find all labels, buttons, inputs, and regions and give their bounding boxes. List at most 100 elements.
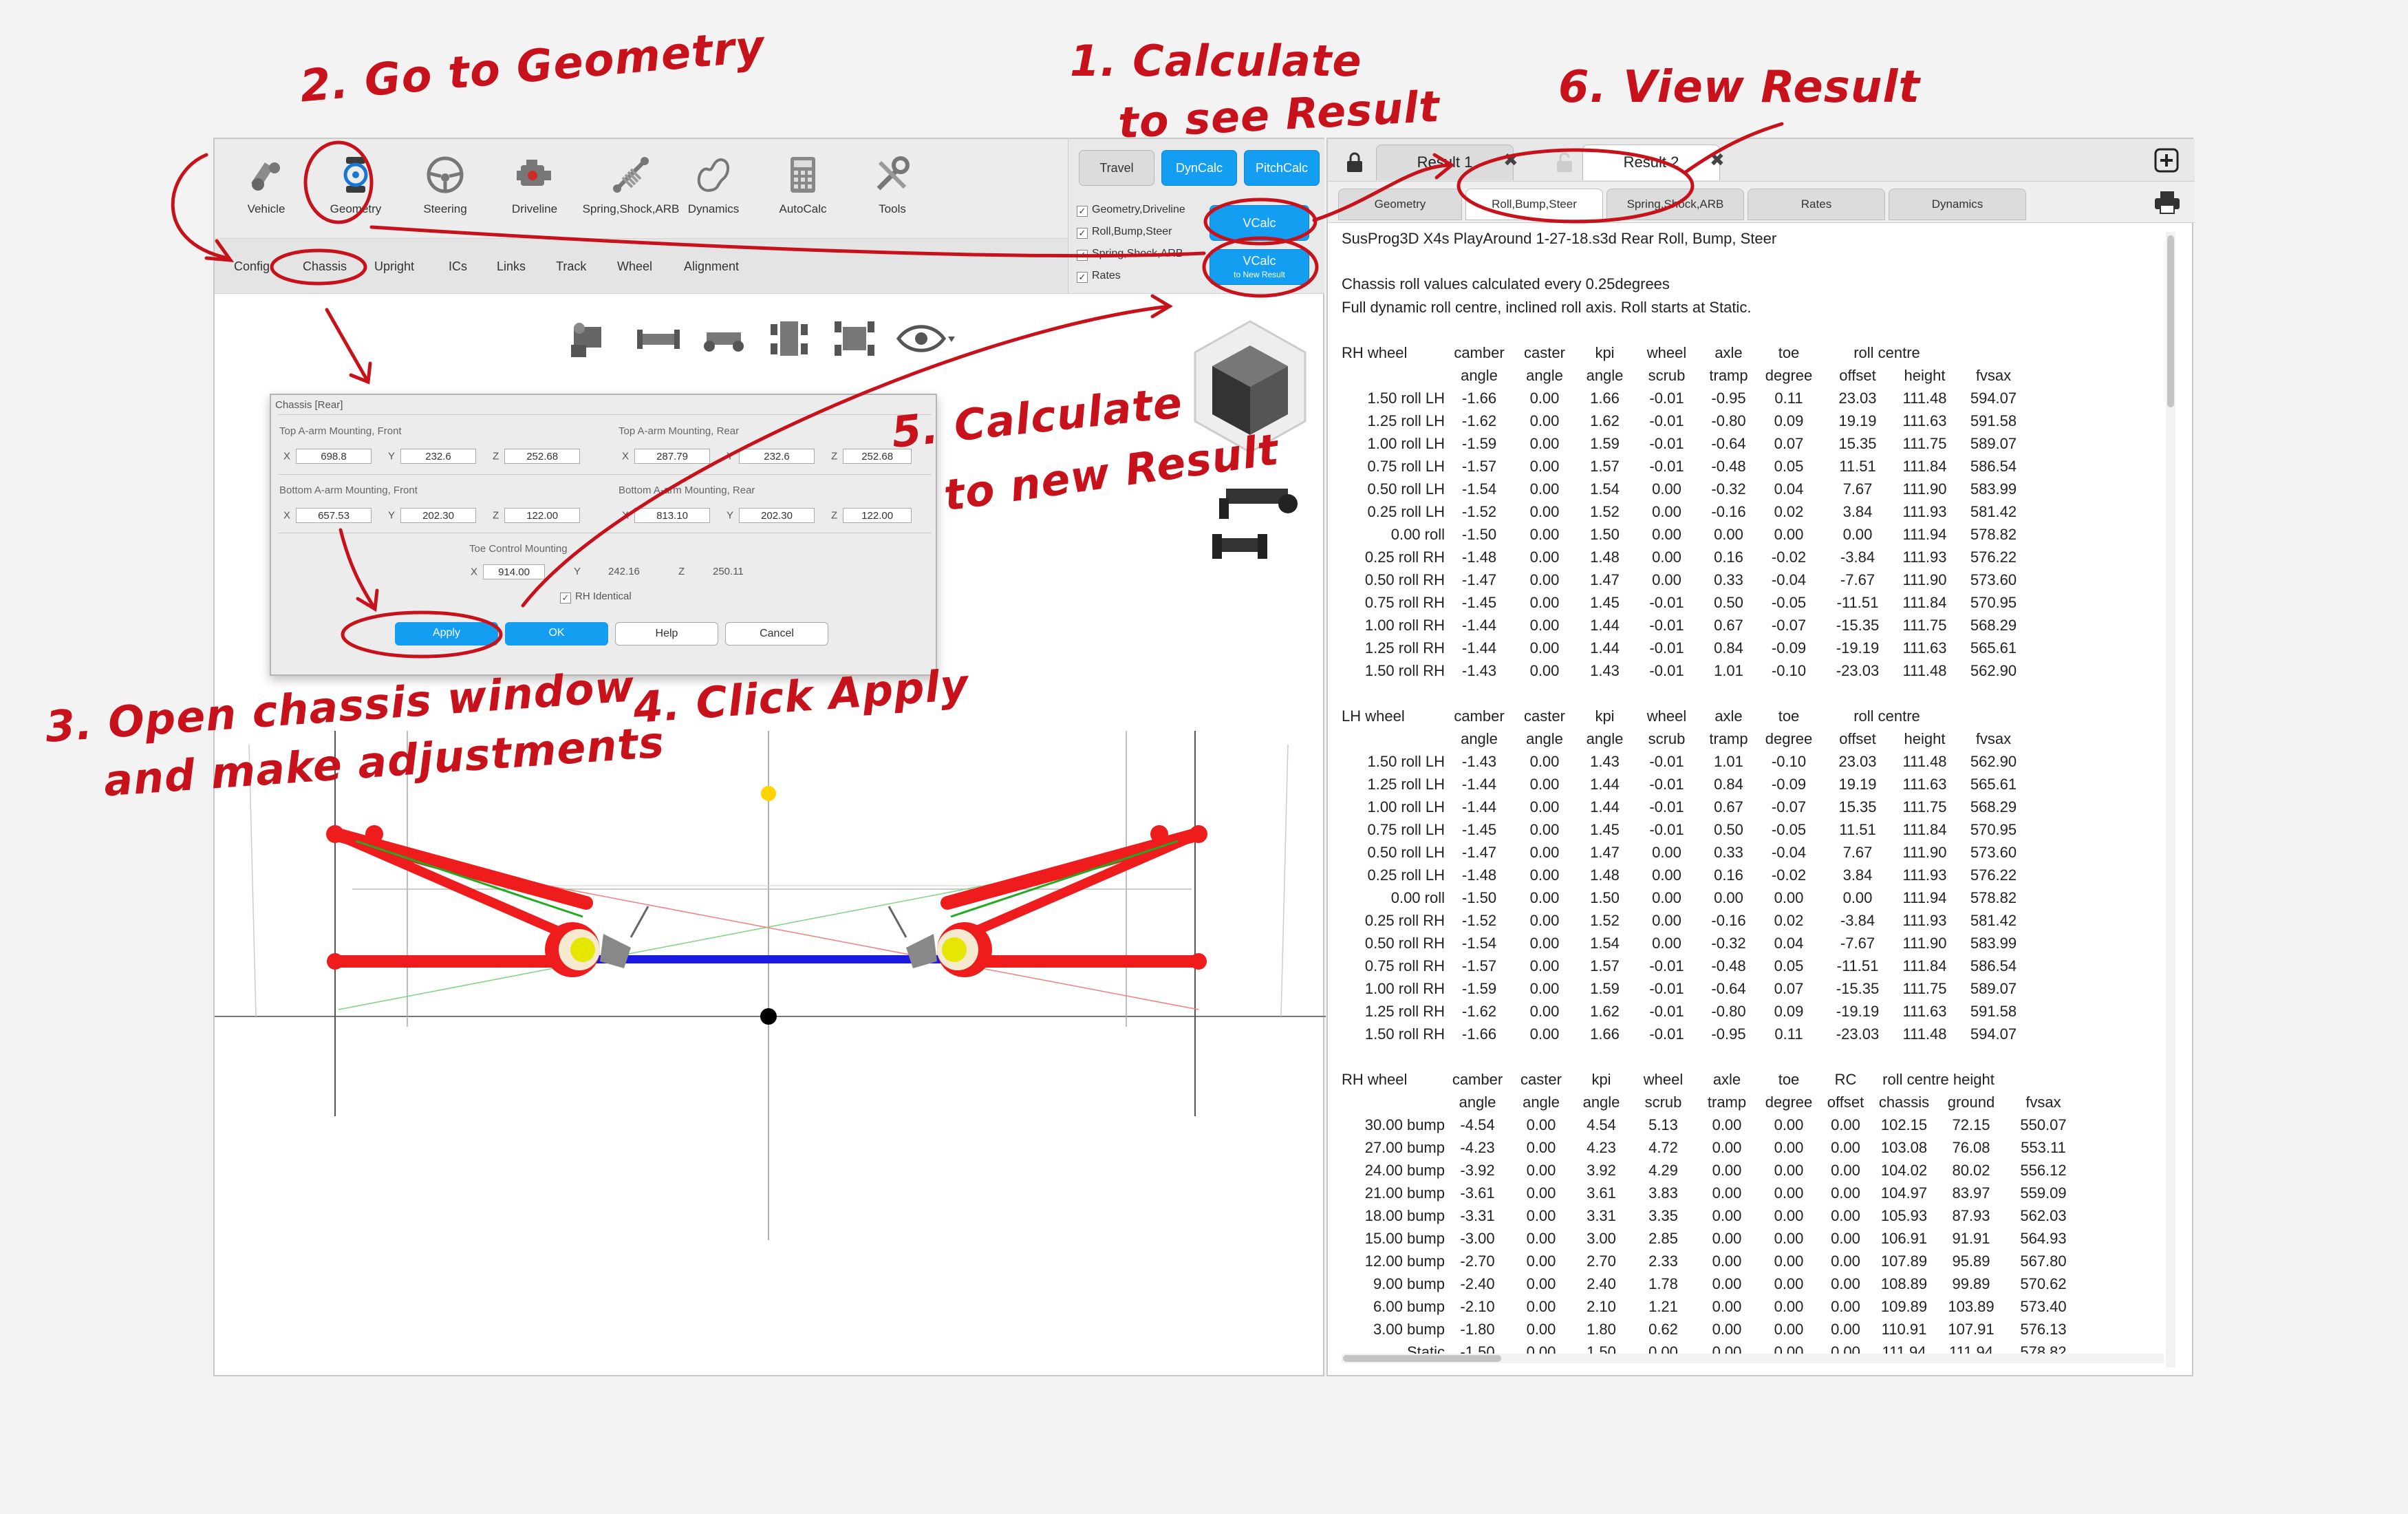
table-cell: 3.84 bbox=[1842, 502, 1873, 520]
bottom-front-x-field[interactable]: X bbox=[283, 508, 372, 523]
front-view-icon[interactable] bbox=[634, 314, 682, 363]
toe-x-input[interactable] bbox=[483, 564, 546, 579]
table-cell: -0.05 bbox=[1771, 593, 1807, 611]
tool-tools[interactable]: Tools bbox=[848, 153, 937, 216]
top-front-x-input[interactable] bbox=[296, 449, 372, 464]
help-button[interactable]: Help bbox=[615, 622, 718, 646]
top-front-z-field[interactable]: Z bbox=[493, 449, 581, 464]
table-cell: 1.59 bbox=[1590, 434, 1620, 452]
close-icon[interactable]: ✖ bbox=[1503, 149, 1518, 171]
subtab-chassis[interactable]: Chassis bbox=[303, 259, 347, 274]
vcalc-button[interactable]: VCalc bbox=[1210, 205, 1309, 241]
unlock-icon[interactable] bbox=[1555, 151, 1574, 173]
bottom-front-y-field[interactable]: Y bbox=[388, 508, 477, 523]
tab-result-1[interactable]: Result 1 bbox=[1376, 145, 1514, 180]
travel-button[interactable]: Travel bbox=[1079, 150, 1154, 186]
tool-dynamics[interactable]: Dynamics bbox=[669, 153, 758, 216]
check-geometry-driveline[interactable]: ✓ Geometry,Driveline bbox=[1077, 204, 1185, 217]
top-front-x-field[interactable]: X bbox=[283, 449, 372, 464]
table-cell: -4.23 bbox=[1460, 1138, 1495, 1156]
bottom-rear-y-field[interactable]: Y bbox=[727, 508, 815, 523]
table-cell: 1.54 bbox=[1590, 934, 1620, 952]
table-cell: 11.51 bbox=[1839, 457, 1876, 475]
iso-view-icon[interactable] bbox=[830, 314, 879, 363]
dyncalc-button[interactable]: DynCalc bbox=[1161, 150, 1237, 186]
table-cell: 565.61 bbox=[1970, 775, 2017, 793]
table-cell: 0.00 bbox=[1652, 525, 1681, 543]
subtab-ics[interactable]: ICs bbox=[449, 259, 467, 274]
top-rear-y-field[interactable]: Y bbox=[727, 449, 815, 464]
print-icon[interactable] bbox=[2153, 190, 2181, 215]
suspension-3d-view[interactable] bbox=[215, 731, 1326, 1378]
top-rear-x-field[interactable]: X bbox=[622, 449, 711, 464]
subtab-alignment[interactable]: Alignment bbox=[684, 259, 739, 274]
top-rear-y-input[interactable] bbox=[739, 449, 815, 464]
bottom-front-z-field[interactable]: Z bbox=[493, 508, 581, 523]
bottom-rear-z-input[interactable] bbox=[843, 508, 912, 523]
tool-driveline[interactable]: Driveline bbox=[490, 153, 579, 216]
table-cell: 0.00 bbox=[1529, 866, 1560, 884]
tool-geometry[interactable]: Geometry bbox=[311, 153, 400, 216]
tool-spring-shock-arb[interactable]: Spring,Shock,ARB bbox=[579, 153, 682, 216]
table-cell: 1.25 roll RH bbox=[1364, 639, 1445, 657]
subtab-wheel[interactable]: Wheel bbox=[617, 259, 652, 274]
ok-button[interactable]: OK bbox=[505, 622, 608, 646]
subtab-dynamics[interactable]: Dynamics bbox=[1889, 189, 2026, 220]
subtab-geometry[interactable]: Geometry bbox=[1338, 189, 1462, 220]
tool-steering[interactable]: Steering bbox=[400, 153, 490, 216]
top-rear-x-input[interactable] bbox=[634, 449, 711, 464]
check-spring-shock-arb[interactable]: ✓ Spring,Shock,ARB bbox=[1077, 248, 1183, 261]
lock-icon[interactable] bbox=[1345, 151, 1364, 173]
subtab-track[interactable]: Track bbox=[556, 259, 586, 274]
top-rear-z-field[interactable]: Z bbox=[831, 449, 912, 464]
eye-icon[interactable] bbox=[896, 314, 958, 363]
top-front-y-field[interactable]: Y bbox=[388, 449, 477, 464]
top-front-y-input[interactable] bbox=[400, 449, 477, 464]
tab-result-2[interactable]: Result 2 bbox=[1582, 145, 1720, 180]
apply-button[interactable]: Apply bbox=[395, 622, 498, 646]
subtab-rates[interactable]: Rates bbox=[1748, 189, 1885, 220]
table-cell: -0.48 bbox=[1711, 957, 1746, 974]
check-rates[interactable]: ✓ Rates bbox=[1077, 270, 1121, 283]
table-header-cell bbox=[1342, 364, 1445, 387]
rh-identical-checkbox[interactable]: ✓ RH Identical bbox=[560, 590, 632, 604]
check-roll-bump-steer[interactable]: ✓ Roll,Bump,Steer bbox=[1077, 226, 1172, 239]
tool-autocalc[interactable]: AutoCalc bbox=[758, 153, 848, 216]
bottom-rear-z-field[interactable]: Z bbox=[831, 508, 912, 523]
subtab-links[interactable]: Links bbox=[497, 259, 526, 274]
subtab-roll-bump-steer[interactable]: Roll,Bump,Steer bbox=[1465, 189, 1603, 220]
table-header-cell: ground bbox=[1947, 1093, 1995, 1111]
close-icon[interactable]: ✖ bbox=[1710, 149, 1725, 171]
bottom-rear-x-input[interactable] bbox=[634, 508, 711, 523]
bottom-rear-x-field[interactable]: X bbox=[622, 508, 711, 523]
vertical-scrollbar[interactable] bbox=[2166, 232, 2175, 1367]
add-tab-icon[interactable] bbox=[2153, 147, 2180, 173]
pitchcalc-button[interactable]: PitchCalc bbox=[1244, 150, 1320, 186]
table-cell: -0.07 bbox=[1771, 798, 1807, 815]
table-cell: 0.00 bbox=[1529, 934, 1560, 952]
cancel-button[interactable]: Cancel bbox=[725, 622, 828, 646]
bottom-rear-y-input[interactable] bbox=[739, 508, 815, 523]
top-front-z-input[interactable] bbox=[504, 449, 581, 464]
bottom-front-z-input[interactable] bbox=[504, 508, 581, 523]
scroll-thumb[interactable] bbox=[1343, 1355, 1501, 1362]
side-view-icon[interactable] bbox=[700, 314, 748, 363]
scroll-thumb[interactable] bbox=[2167, 235, 2174, 407]
tool-vehicle[interactable]: Vehicle bbox=[222, 153, 311, 216]
vcalc-new-result-button[interactable]: VCalc to New Result bbox=[1210, 249, 1309, 285]
table-cell: 99.89 bbox=[1952, 1275, 1990, 1292]
view-cube[interactable] bbox=[1185, 318, 1315, 703]
bottom-front-y-input[interactable] bbox=[400, 508, 477, 523]
subtab-spring-shock-arb[interactable]: Spring,Shock,ARB bbox=[1606, 189, 1744, 220]
horizontal-scrollbar[interactable] bbox=[1342, 1354, 2164, 1363]
bottom-front-x-input[interactable] bbox=[296, 508, 372, 523]
table-header-cell: tramp bbox=[1707, 1093, 1747, 1111]
table-cell: -19.19 bbox=[1836, 639, 1880, 657]
lock-view-icon[interactable] bbox=[566, 314, 614, 363]
subtab-upright[interactable]: Upright bbox=[374, 259, 414, 274]
table-cell: 7.67 bbox=[1842, 843, 1873, 861]
subtab-config[interactable]: Config bbox=[234, 259, 270, 274]
top-rear-z-input[interactable] bbox=[843, 449, 912, 464]
toe-x-field[interactable]: X bbox=[471, 564, 546, 579]
top-view-icon[interactable] bbox=[765, 314, 813, 363]
